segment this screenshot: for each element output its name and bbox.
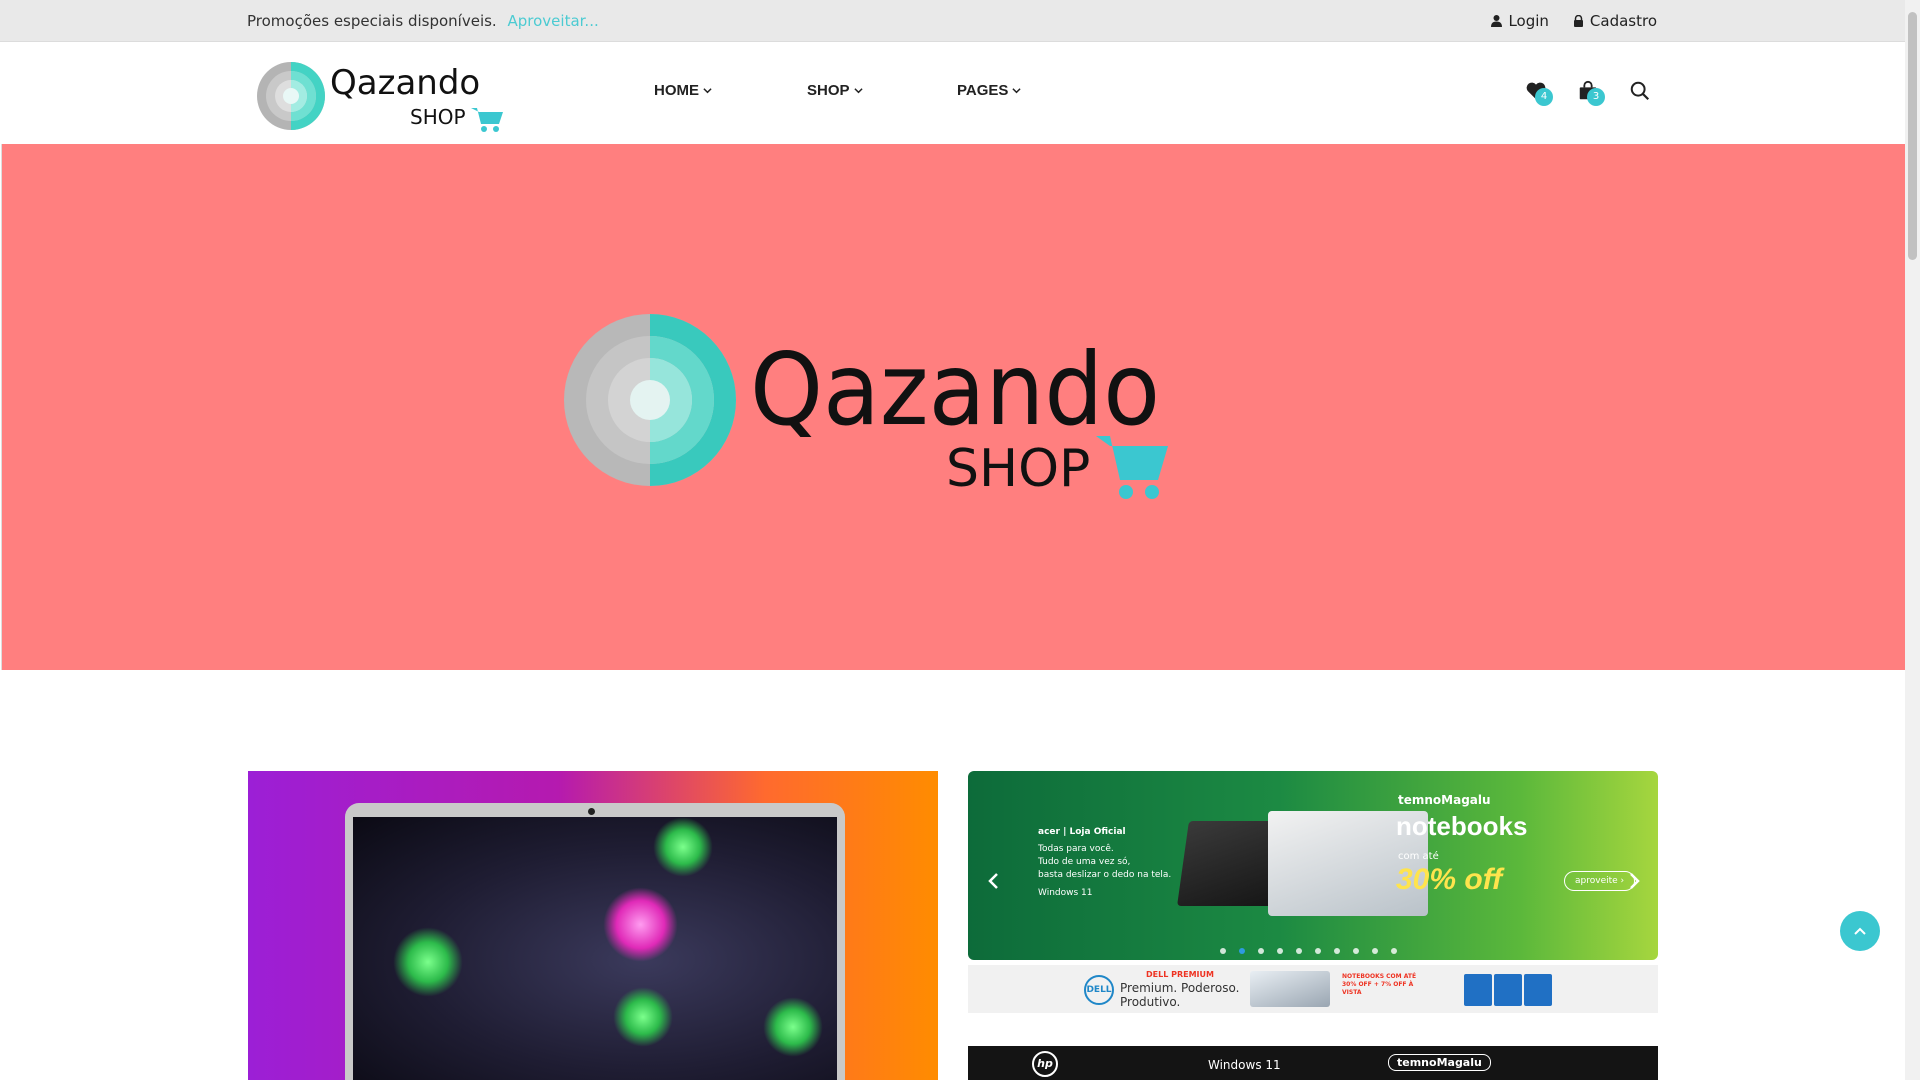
user-icon bbox=[1491, 15, 1503, 27]
chevron-down-icon bbox=[1012, 88, 1022, 94]
carousel-dot[interactable] bbox=[1258, 948, 1264, 954]
acer-brand: acer | Loja Oficial bbox=[1038, 827, 1126, 837]
nav-home[interactable]: HOME bbox=[654, 82, 807, 99]
chevron-down-icon bbox=[853, 88, 863, 94]
page-scrollbar[interactable] bbox=[1905, 0, 1920, 1080]
chevron-up-icon bbox=[1854, 927, 1866, 935]
laptop-image bbox=[345, 803, 845, 1080]
nav-shop-label: SHOP bbox=[807, 82, 850, 99]
hero-logo: Qazando SHOP bbox=[564, 314, 1168, 499]
hero-wordmark: Qazando bbox=[750, 331, 1160, 448]
nav-pages-label: PAGES bbox=[957, 82, 1009, 99]
carousel-dot[interactable] bbox=[1296, 948, 1302, 954]
nav-pages[interactable]: PAGES bbox=[957, 82, 1022, 99]
chevron-down-icon bbox=[703, 88, 712, 94]
windows-label: Windows 11 bbox=[1038, 888, 1093, 898]
banner-subline: com até bbox=[1398, 851, 1439, 862]
dell-line-2: Produtivo. bbox=[1120, 995, 1181, 1009]
intel-core-badge bbox=[1494, 974, 1522, 1006]
tagline-line: Tudo de uma vez só, bbox=[1038, 857, 1131, 867]
account-links: Login Cadastro bbox=[1491, 12, 1657, 30]
intel-core-badge bbox=[1464, 974, 1492, 1006]
dell-banner[interactable]: DELL DELL PREMIUM Premium. Poderoso. Pro… bbox=[968, 965, 1658, 1013]
hero-subtitle: SHOP bbox=[946, 439, 1090, 499]
game-character bbox=[603, 887, 678, 962]
scroll-to-top-button[interactable] bbox=[1840, 911, 1880, 951]
scrollbar-thumb[interactable] bbox=[1908, 12, 1917, 260]
lock-icon bbox=[1573, 15, 1583, 27]
search-icon bbox=[1630, 81, 1650, 101]
hp-windows-label: Windows 11 bbox=[1208, 1058, 1281, 1072]
acer-brand-text: acer | Loja Oficial Todas para você. Tud… bbox=[1038, 826, 1171, 882]
promo-link[interactable]: Aproveitar... bbox=[508, 12, 599, 30]
main-nav: HOME SHOP PAGES bbox=[654, 82, 1022, 99]
banner-headline: notebooks bbox=[1396, 811, 1528, 841]
gaming-laptop-banner[interactable] bbox=[248, 771, 938, 1080]
search-button[interactable] bbox=[1629, 80, 1657, 106]
promo-text: Promoções especiais disponíveis. bbox=[247, 12, 497, 30]
tagline-line: Todas para você. bbox=[1038, 844, 1114, 854]
login-label: Login bbox=[1508, 12, 1549, 30]
carousel-dot[interactable] bbox=[1353, 948, 1359, 954]
logo-subtitle: SHOP bbox=[410, 105, 466, 129]
green-flame bbox=[613, 987, 673, 1047]
signup-label: Cadastro bbox=[1589, 12, 1657, 30]
carousel-dots bbox=[1220, 948, 1397, 954]
tagline-line: basta deslizar o dedo na tela. bbox=[1038, 870, 1172, 880]
top-bar: Promoções especiais disponíveis. Aprovei… bbox=[0, 0, 1905, 42]
dell-logo: DELL bbox=[1084, 975, 1114, 1005]
dell-laptop-image bbox=[1250, 971, 1330, 1007]
game-screenshot bbox=[353, 817, 837, 1080]
header-actions: 4 3 bbox=[1525, 80, 1657, 106]
discount-text: 30% off bbox=[1396, 863, 1503, 896]
wishlist-button[interactable]: 4 bbox=[1525, 80, 1553, 106]
green-flame bbox=[763, 997, 823, 1057]
carousel-dot[interactable] bbox=[1277, 948, 1283, 954]
carousel-dot[interactable] bbox=[1372, 948, 1378, 954]
intel-core-badge bbox=[1524, 974, 1552, 1006]
hero-banner: Qazando SHOP bbox=[1, 144, 1905, 670]
cart-button[interactable]: 3 bbox=[1577, 80, 1605, 106]
carousel-dot[interactable] bbox=[1391, 948, 1397, 954]
dell-tagline: Premium. Poderoso. Produtivo. bbox=[1120, 981, 1239, 1009]
main-header: Qazando SHOP HOME SHOP PAGES 4 3 bbox=[0, 42, 1905, 144]
green-flame bbox=[393, 927, 463, 997]
logo-wordmark: Qazando bbox=[330, 63, 480, 103]
hp-banner[interactable]: hp Windows 11 temnoMagalu bbox=[968, 1046, 1658, 1080]
cart-logo-icon bbox=[471, 108, 503, 132]
site-logo[interactable]: Qazando SHOP bbox=[256, 56, 506, 136]
dell-tag: DELL PREMIUM bbox=[1146, 970, 1214, 979]
promo-message: Promoções especiais disponíveis. Aprovei… bbox=[247, 12, 599, 30]
notebooks-carousel[interactable]: acer | Loja Oficial Todas para você. Tud… bbox=[968, 771, 1658, 960]
laptop-camera bbox=[588, 808, 595, 815]
store-name: temnoMagalu bbox=[1398, 793, 1491, 807]
carousel-dot[interactable] bbox=[1334, 948, 1340, 954]
login-link[interactable]: Login bbox=[1491, 12, 1549, 30]
carousel-prev-arrow[interactable] bbox=[984, 871, 1004, 891]
nav-shop[interactable]: SHOP bbox=[807, 82, 957, 99]
dell-promo: NOTEBOOKS COM ATÉ 30% OFF + 7% OFF À VIS… bbox=[1342, 973, 1417, 996]
carousel-next-arrow[interactable] bbox=[1624, 871, 1644, 891]
carousel-dot[interactable] bbox=[1239, 948, 1245, 954]
carousel-dot[interactable] bbox=[1220, 948, 1226, 954]
hp-store-name: temnoMagalu bbox=[1388, 1054, 1491, 1071]
page: Promoções especiais disponíveis. Aprovei… bbox=[0, 0, 1905, 1080]
wishlist-count-badge: 4 bbox=[1535, 88, 1553, 106]
nav-home-label: HOME bbox=[654, 82, 699, 99]
green-flame bbox=[653, 817, 713, 877]
dell-line-1: Premium. Poderoso. bbox=[1120, 981, 1240, 995]
cart-count-badge: 3 bbox=[1587, 88, 1605, 106]
hp-logo: hp bbox=[1032, 1051, 1058, 1077]
signup-link[interactable]: Cadastro bbox=[1573, 12, 1657, 30]
carousel-dot[interactable] bbox=[1315, 948, 1321, 954]
